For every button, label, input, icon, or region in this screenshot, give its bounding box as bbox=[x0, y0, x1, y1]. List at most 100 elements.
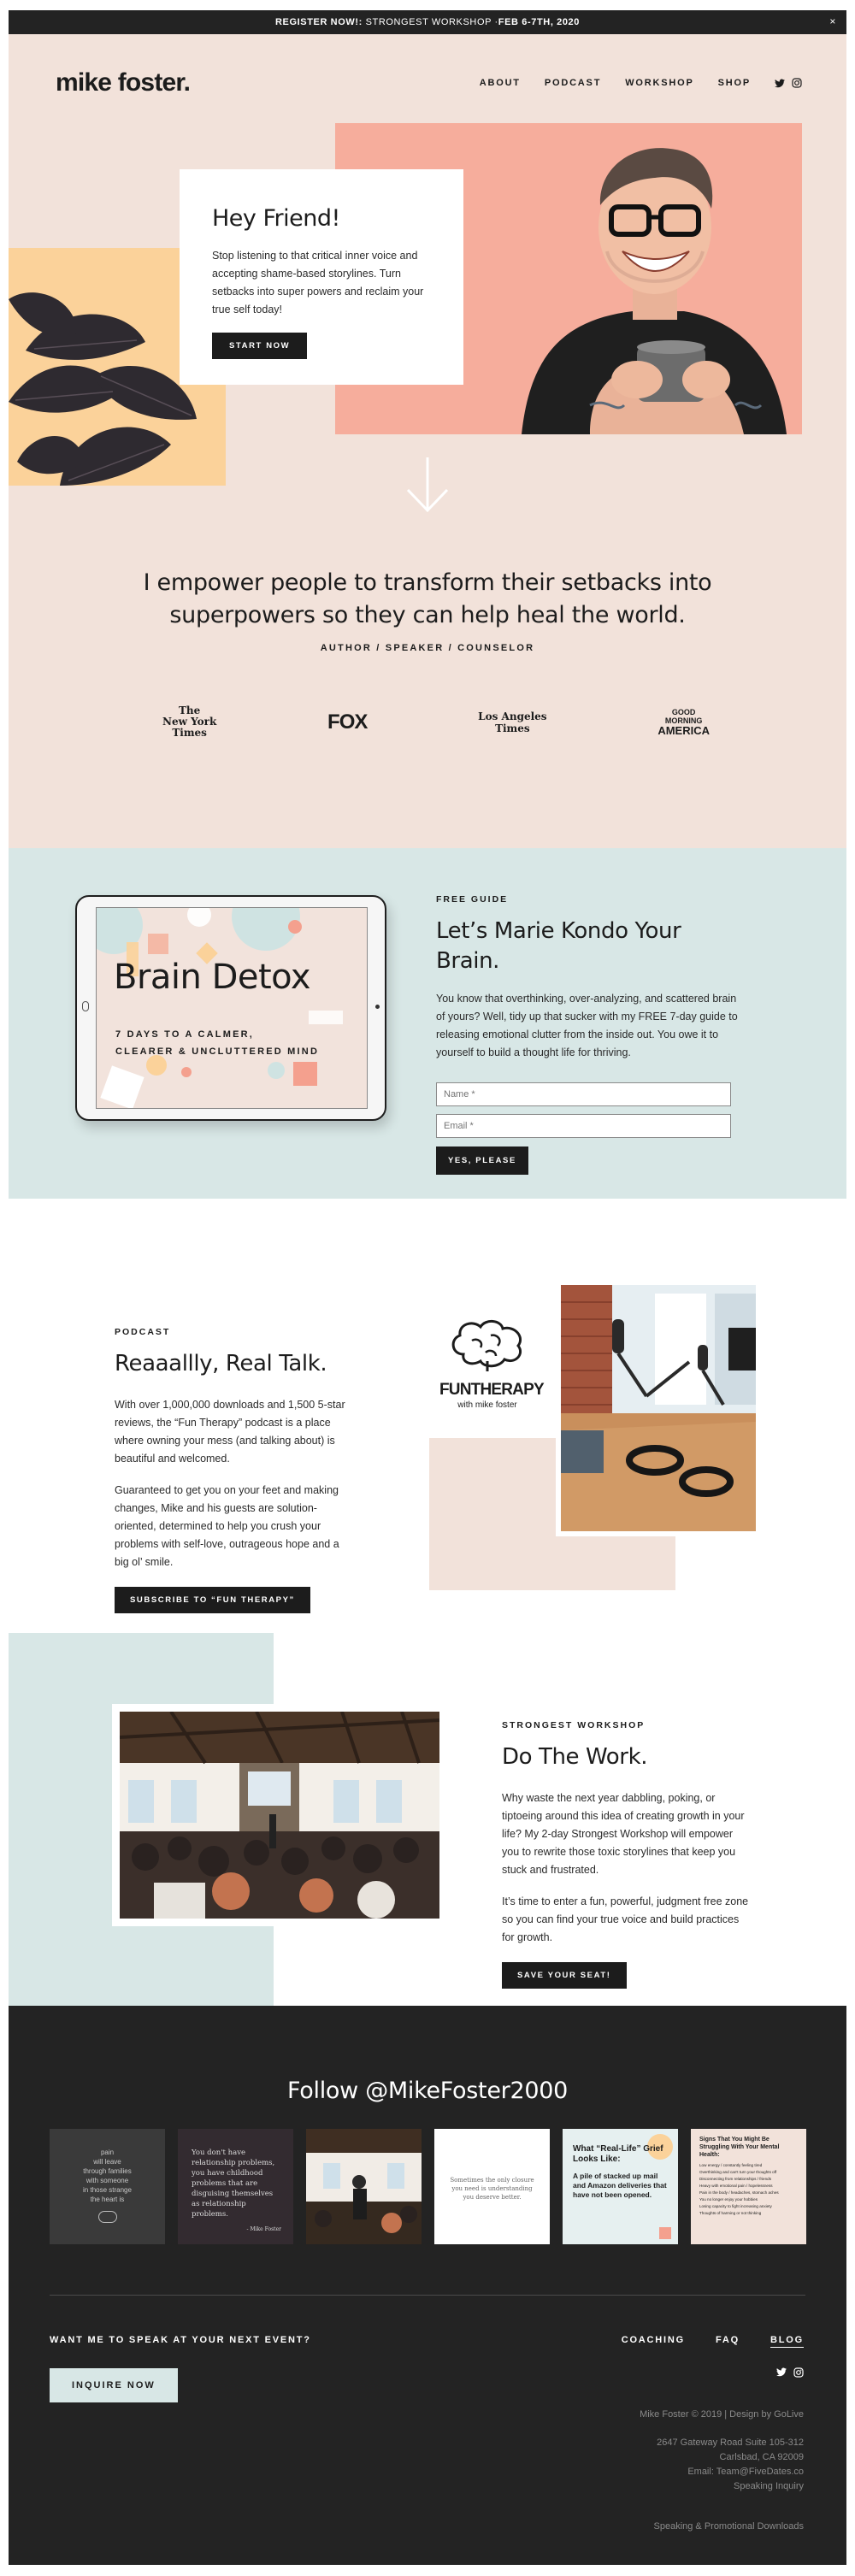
instagram-post-5-title: What “Real-Life” Grief Looks Like: bbox=[573, 2144, 663, 2164]
nav-shop[interactable]: SHOP bbox=[718, 78, 751, 88]
workshop-copy: STRONGEST WORKSHOP Do The Work. Why wast… bbox=[502, 1720, 750, 1989]
hero-section: mike foster. ABOUT PODCAST WORKSHOP SHOP bbox=[9, 34, 846, 848]
hero-body: Stop listening to that critical inner vo… bbox=[212, 250, 424, 315]
site-logo[interactable]: mike foster. bbox=[56, 68, 191, 97]
workshop-paragraph-2: It’s time to enter a fun, powerful, judg… bbox=[502, 1895, 749, 1943]
instagram-post-4-text: Sometimes the only closure you need is u… bbox=[450, 2177, 534, 2201]
podcast-copy: PODCAST Reaaallly, Real Talk. With over … bbox=[115, 1327, 354, 1613]
announcement-bar[interactable]: REGISTER NOW!: STRONGEST WORKSHOP · FEB … bbox=[9, 10, 846, 34]
instagram-post-6[interactable]: Signs That You Might Be Struggling With … bbox=[691, 2129, 806, 2244]
podcast-kicker: PODCAST bbox=[115, 1327, 171, 1337]
footer-nav-faq[interactable]: FAQ bbox=[716, 2335, 740, 2348]
instagram-post-2[interactable]: You don't have relationship problems, yo… bbox=[178, 2129, 293, 2244]
card-square-icon bbox=[659, 2227, 671, 2239]
workshop-audience-image bbox=[112, 1704, 447, 1926]
ipad-title: Brain Detox bbox=[114, 958, 311, 997]
ipad-subtitle: 7 DAYS TO A CALMER, CLEARER & UNCLUTTERE… bbox=[115, 1026, 319, 1060]
footer: Follow @MikeFoster2000 pain will leave t… bbox=[9, 2006, 846, 2565]
fun-therapy-wordmark: FUNTHERAPY bbox=[439, 1381, 545, 1399]
twitter-icon[interactable] bbox=[776, 2367, 787, 2377]
scroll-down-arrow-icon[interactable] bbox=[404, 456, 451, 518]
la-times-logo-line1: Los Angeles bbox=[478, 710, 547, 722]
hero-card: Hey Friend! Stop listening to that criti… bbox=[180, 169, 463, 385]
header-social bbox=[775, 78, 802, 88]
podcast-title: Reaaallly, Real Talk. bbox=[115, 1351, 327, 1376]
save-your-seat-button[interactable]: SAVE YOUR SEAT! bbox=[502, 1962, 627, 1989]
gma-logo: GOOD MORNING AMERICA bbox=[657, 708, 710, 736]
fun-therapy-subtitle: with mike foster bbox=[457, 1400, 517, 1410]
hero-portrait-image bbox=[487, 123, 802, 434]
ipad-camera-icon bbox=[82, 1001, 89, 1011]
ipad-screen: Brain Detox 7 DAYS TO A CALMER, CLEARER … bbox=[96, 907, 368, 1109]
nyt-logo-line3: Times bbox=[172, 727, 207, 739]
footer-meta: Mike Foster © 2019 | Design by GoLive 26… bbox=[640, 2408, 804, 2534]
instagram-post-6-item: Heavy with emotional pain / hopelessness bbox=[699, 2184, 773, 2188]
close-icon[interactable]: × bbox=[829, 15, 836, 27]
instagram-post-6-item: You no longer enjoy your hobbies bbox=[699, 2197, 758, 2202]
contact-email[interactable]: Email: Team@FiveDates.co bbox=[640, 2465, 804, 2479]
instagram-post-5[interactable]: What “Real-Life” Grief Looks Like: A pil… bbox=[563, 2129, 678, 2244]
instagram-post-1[interactable]: pain will leave through families with so… bbox=[50, 2129, 165, 2244]
la-times-logo: Los Angeles Times bbox=[478, 710, 546, 734]
yes-please-button[interactable]: YES, PLEASE bbox=[436, 1147, 528, 1175]
podcast-paragraph-1: With over 1,000,000 downloads and 1,500 … bbox=[115, 1399, 345, 1465]
instagram-post-6-item: Losing capacity to fight increasing anxi… bbox=[699, 2204, 772, 2208]
podcast-studio-image bbox=[556, 1280, 761, 1536]
footer-divider bbox=[50, 2295, 805, 2296]
brain-small-icon bbox=[97, 2211, 117, 2223]
instagram-post-6-item: Disconnecting from relationships / frien… bbox=[699, 2177, 772, 2181]
workshop-paragraph-1: Why waste the next year dabbling, poking… bbox=[502, 1792, 745, 1876]
gma-logo-line1: GOOD bbox=[671, 708, 696, 716]
footer-social bbox=[776, 2367, 804, 2378]
press-logos: The New York Times FOX Los Angeles Times… bbox=[162, 705, 710, 739]
fox-logo: FOX bbox=[327, 710, 368, 734]
follow-heading[interactable]: Follow @MikeFoster2000 bbox=[9, 2078, 846, 2104]
instagram-icon[interactable] bbox=[793, 2367, 804, 2378]
email-field[interactable] bbox=[436, 1114, 731, 1138]
la-times-logo-line2: Times bbox=[495, 722, 530, 734]
downloads-link[interactable]: Speaking & Promotional Downloads bbox=[640, 2520, 805, 2534]
subscribe-podcast-button[interactable]: SUBSCRIBE TO “FUN THERAPY” bbox=[115, 1587, 310, 1613]
free-guide-section: Brain Detox 7 DAYS TO A CALMER, CLEARER … bbox=[9, 848, 846, 1199]
instagram-post-5-text: A pile of stacked up mail and Amazon del… bbox=[573, 2172, 667, 2199]
speaking-question: WANT ME TO SPEAK AT YOUR NEXT EVENT? bbox=[50, 2335, 311, 2345]
name-field[interactable] bbox=[436, 1082, 731, 1106]
instagram-post-2-signature: - Mike Foster bbox=[246, 2226, 281, 2232]
nav-about[interactable]: ABOUT bbox=[480, 78, 521, 88]
podcast-paragraph-2: Guaranteed to get you on your feet and m… bbox=[115, 1484, 339, 1568]
workshop-kicker: STRONGEST WORKSHOP bbox=[502, 1720, 646, 1730]
inquire-now-button[interactable]: INQUIRE NOW bbox=[50, 2368, 178, 2402]
start-now-button[interactable]: START NOW bbox=[212, 333, 308, 359]
nyt-logo: The New York Times bbox=[162, 705, 216, 739]
workshop-title: Do The Work. bbox=[502, 1744, 648, 1770]
instagram-post-6-list: Low energy / constantly feeling tired Ov… bbox=[699, 2162, 798, 2217]
address-line-2: Carlsbad, CA 92009 bbox=[719, 2452, 804, 2462]
instagram-post-6-item: Low energy / constantly feeling tired bbox=[699, 2163, 763, 2167]
announcement-text: STRONGEST WORKSHOP · bbox=[365, 17, 498, 27]
footer-nav: COACHING FAQ BLOG bbox=[622, 2335, 804, 2348]
nav-podcast[interactable]: PODCAST bbox=[545, 78, 601, 88]
ipad-subtitle-line2: CLEARER & UNCLUTTERED MIND bbox=[115, 1046, 320, 1057]
footer-nav-coaching[interactable]: COACHING bbox=[622, 2335, 685, 2348]
ipad-home-icon bbox=[375, 1005, 380, 1009]
instagram-post-4[interactable]: Sometimes the only closure you need is u… bbox=[434, 2129, 550, 2244]
instagram-post-1-text: pain will leave through families with so… bbox=[83, 2149, 132, 2203]
twitter-icon[interactable] bbox=[775, 79, 785, 88]
instagram-post-6-title: Signs That You Might Be Struggling With … bbox=[699, 2137, 780, 2158]
footer-nav-blog[interactable]: BLOG bbox=[770, 2335, 804, 2348]
ipad-mockup: Brain Detox 7 DAYS TO A CALMER, CLEARER … bbox=[75, 895, 386, 1121]
instagram-icon[interactable] bbox=[792, 78, 802, 88]
instagram-post-6-item: Pain in the body / headaches, stomach ac… bbox=[699, 2190, 779, 2195]
copyright[interactable]: Mike Foster © 2019 | Design by GoLive bbox=[640, 2408, 804, 2422]
instagram-feed: pain will leave through families with so… bbox=[50, 2129, 806, 2244]
hero-title: Hey Friend! bbox=[212, 205, 340, 232]
nav-workshop[interactable]: WORKSHOP bbox=[625, 78, 693, 88]
address-line-1: 2647 Gateway Road Suite 105-312 bbox=[657, 2437, 804, 2448]
free-guide-kicker: FREE GUIDE bbox=[436, 894, 509, 905]
instagram-post-6-item: Thoughts of harming or not thinking bbox=[699, 2211, 762, 2215]
instagram-post-3[interactable] bbox=[306, 2129, 422, 2244]
announcement-label: REGISTER NOW!: bbox=[275, 17, 363, 27]
free-guide-title: Let’s Marie Kondo Your Brain. bbox=[436, 918, 681, 974]
roles-tagline: AUTHOR / SPEAKER / COUNSELOR bbox=[320, 643, 535, 653]
speaking-inquiry-link[interactable]: Speaking Inquiry bbox=[640, 2479, 804, 2494]
